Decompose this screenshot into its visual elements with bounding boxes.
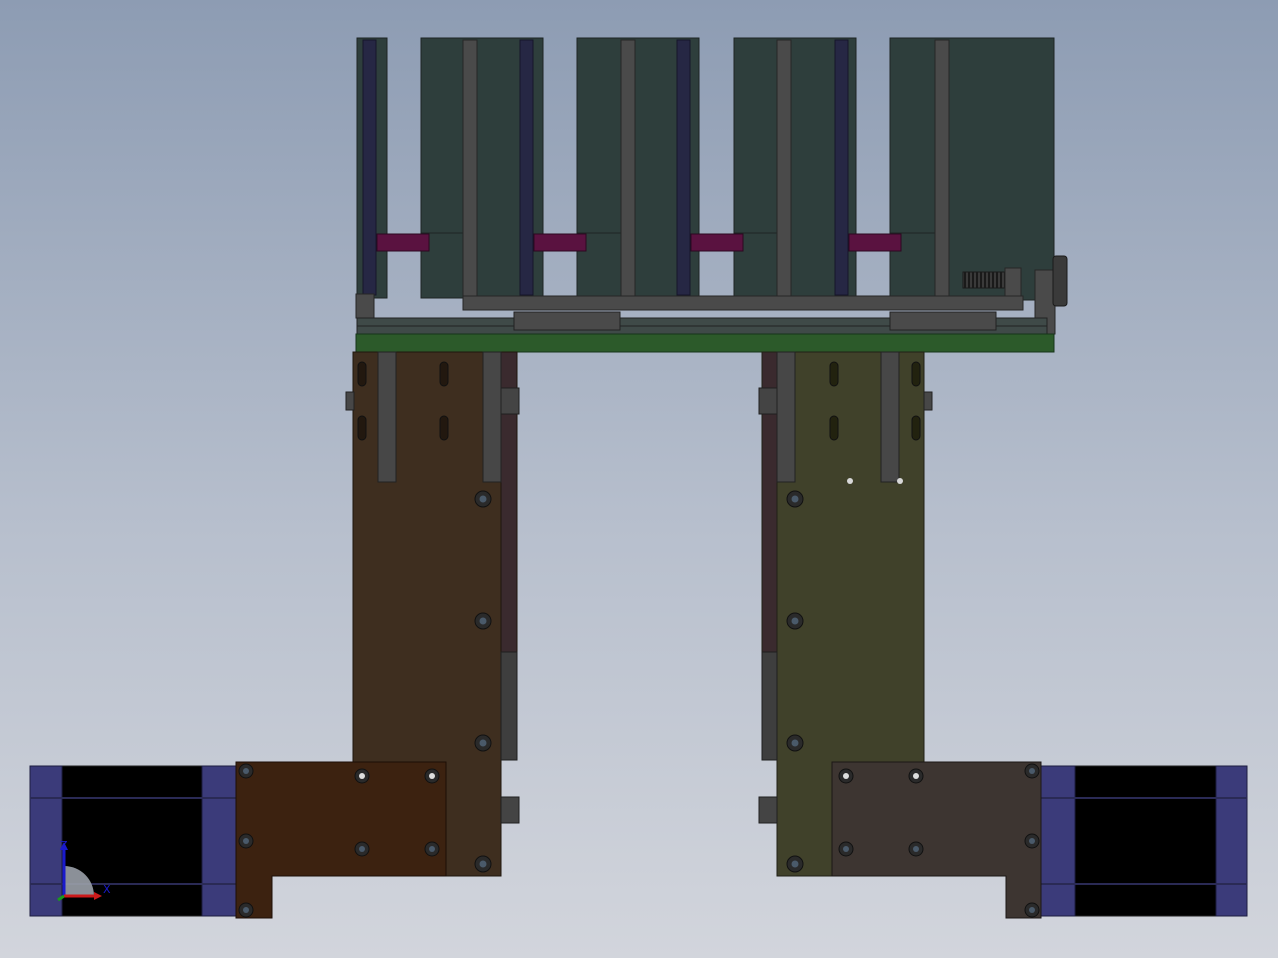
pusher-block <box>376 233 430 252</box>
right-upright-bar <box>776 351 796 483</box>
right-lower-block <box>758 796 778 824</box>
screw-head <box>908 768 924 784</box>
cad-viewport[interactable]: Z X <box>0 0 1278 958</box>
right-side-rail-lower <box>761 651 778 761</box>
screw-head <box>908 841 924 857</box>
adjust-screw-nut <box>1004 267 1022 297</box>
right-motor-flange <box>1040 765 1076 917</box>
left-upright-bar <box>377 351 397 483</box>
screw-head <box>474 612 492 630</box>
mount-slot <box>439 415 449 441</box>
tray-assembly <box>355 37 1068 353</box>
screw-head <box>786 734 804 752</box>
guide-rod <box>362 39 377 296</box>
tray-compartment-5 <box>889 37 1055 301</box>
small-hole <box>897 478 903 484</box>
mount-slot <box>439 361 449 387</box>
x-axis-label: X <box>103 883 111 896</box>
screw-head <box>424 841 440 857</box>
right-upright-bar <box>880 351 900 483</box>
guide-rod <box>676 39 691 296</box>
screw-head <box>474 734 492 752</box>
push-bar <box>462 295 1024 311</box>
vertical-rail <box>934 39 950 299</box>
screw-head <box>786 855 804 873</box>
mount-slot <box>357 361 367 387</box>
assembly-model[interactable]: Z X <box>0 0 1278 958</box>
screw-head <box>238 763 254 779</box>
small-hole <box>847 478 853 484</box>
screw-head <box>838 768 854 784</box>
pusher-block <box>533 233 587 252</box>
vertical-rail <box>620 39 636 299</box>
left-end-block <box>355 293 375 319</box>
left-side-rail-lower <box>500 651 518 761</box>
screw-head <box>474 490 492 508</box>
screw-head <box>786 612 804 630</box>
screw-head <box>1024 833 1040 849</box>
guide-rod <box>834 39 849 296</box>
slide-block <box>889 311 997 331</box>
screw-head <box>424 768 440 784</box>
mount-slot <box>911 415 921 441</box>
vertical-rail <box>776 39 792 299</box>
screw-head <box>786 490 804 508</box>
screw-head <box>474 855 492 873</box>
left-edge-stub <box>345 391 355 411</box>
z-axis-label: Z <box>60 839 68 852</box>
left-motor-bracket <box>235 761 447 919</box>
vertical-rail <box>462 39 478 299</box>
left-clamp-block <box>500 387 520 415</box>
adjust-knob <box>1052 255 1068 307</box>
right-clamp-block <box>758 387 778 415</box>
pusher-block <box>690 233 744 252</box>
guide-rod <box>519 39 534 296</box>
right-motor-assembly <box>831 761 1248 919</box>
right-motor-bracket <box>831 761 1042 919</box>
screw-head <box>1024 902 1040 918</box>
screw-head <box>354 768 370 784</box>
screw-head <box>354 841 370 857</box>
mount-slot <box>357 415 367 441</box>
mount-slot <box>829 415 839 441</box>
green-base-plate <box>355 333 1055 353</box>
adjust-screw-thread <box>962 271 1008 289</box>
screw-head <box>838 841 854 857</box>
slide-block <box>513 311 621 331</box>
screw-head <box>238 902 254 918</box>
pusher-block <box>848 233 902 252</box>
screw-head <box>238 833 254 849</box>
right-motor-endcap <box>1215 765 1248 917</box>
left-motor-flange <box>201 765 237 917</box>
mount-slot <box>829 361 839 387</box>
right-edge-stub <box>923 391 933 411</box>
left-upright-bar <box>482 351 502 483</box>
left-motor-endcap <box>29 765 63 917</box>
mount-slot <box>911 361 921 387</box>
screw-head <box>1024 763 1040 779</box>
left-lower-block <box>500 796 520 824</box>
